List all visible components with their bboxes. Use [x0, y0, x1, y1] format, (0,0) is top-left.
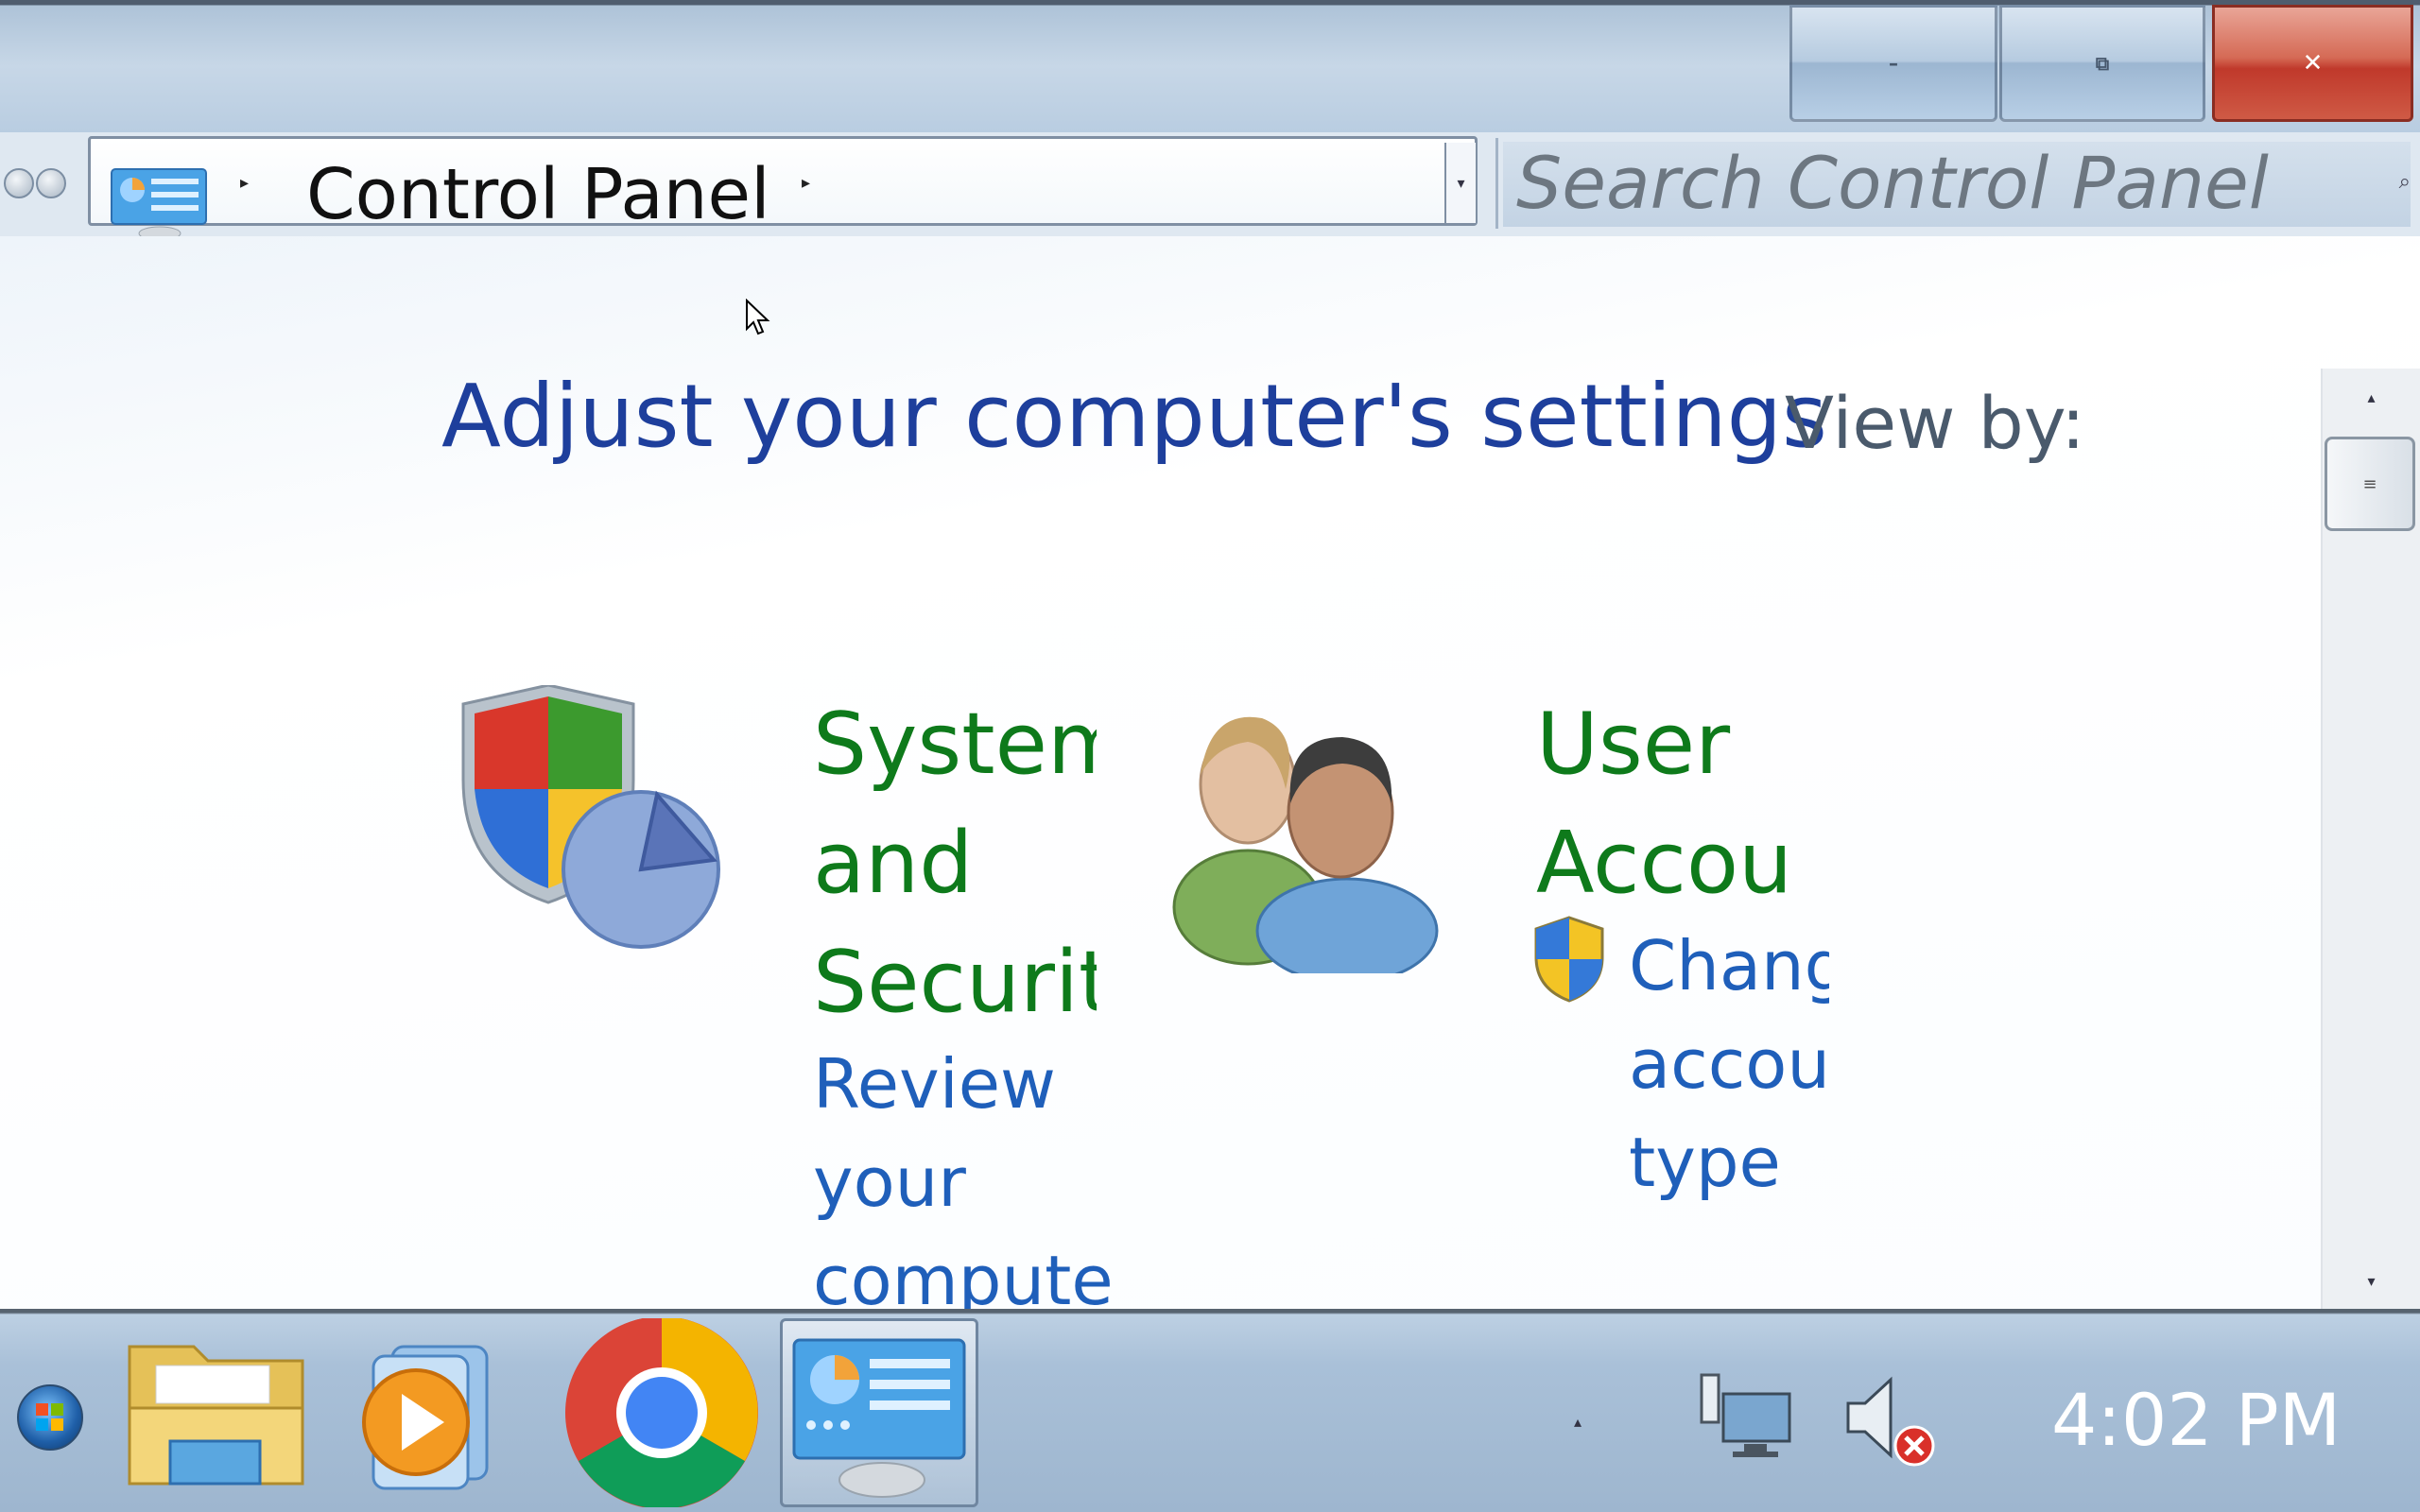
control-panel-content: Adjust your computer's settings View by:… [0, 236, 2420, 1309]
window-titlebar: – ⧉ ✕ ▸ Control Panel ▸ ▾ Search Control… [0, 0, 2420, 241]
link-line[interactable]: Change [1629, 917, 1829, 1015]
link-change-account-type[interactable]: Change account type [1629, 917, 1829, 1219]
show-hidden-icons-icon[interactable]: ▴ [1574, 1413, 1582, 1431]
taskbar-windows-explorer[interactable] [118, 1318, 317, 1507]
breadcrumb-control-panel[interactable]: Control Panel [306, 160, 770, 230]
shield-pie-chart-icon[interactable] [454, 683, 737, 972]
category-user-accounts[interactable]: User Accounts [1536, 685, 1791, 923]
search-input[interactable]: Search Control Panel ⌕ [1503, 142, 2411, 227]
scroll-up-icon[interactable]: ▴ [2323, 369, 2420, 425]
start-button[interactable] [17, 1384, 83, 1451]
breadcrumb-separator-icon[interactable]: ▸ [802, 173, 810, 193]
mouse-cursor-icon [746, 299, 770, 335]
grip-icon: ≡ [2362, 473, 2377, 494]
category-heading-line[interactable]: Accounts [1536, 804, 1791, 923]
link-review-your-computer[interactable]: Review your computer [813, 1035, 1114, 1309]
restore-icon: ⧉ [2095, 52, 2110, 75]
link-line[interactable]: your [813, 1133, 1114, 1231]
control-panel-icon [111, 168, 207, 241]
media-player-icon [362, 1345, 489, 1490]
taskbar-control-panel[interactable] [780, 1318, 978, 1507]
network-icon[interactable] [1697, 1370, 1796, 1465]
minimize-button[interactable]: – [1789, 5, 1997, 122]
taskbar-google-chrome[interactable] [562, 1316, 761, 1509]
address-bar[interactable]: ▸ Control Panel ▸ ▾ [88, 136, 1478, 241]
category-heading-line[interactable]: Security [813, 923, 1097, 1042]
category-heading-line[interactable]: System [813, 685, 1097, 804]
divider [1495, 138, 1498, 229]
link-line[interactable]: account [1629, 1015, 1829, 1113]
folder-icon [128, 1345, 304, 1486]
link-line[interactable]: Review [813, 1035, 1114, 1133]
minimize-icon: – [1889, 52, 1898, 75]
control-panel-icon [792, 1338, 966, 1498]
chevron-down-icon: ▾ [1457, 174, 1465, 192]
vertical-scrollbar[interactable]: ▴ ≡ ▾ [2321, 369, 2420, 1309]
forward-button[interactable] [36, 168, 66, 198]
users-icon[interactable] [1172, 699, 1456, 985]
search-icon[interactable]: ⌕ [2399, 170, 2411, 194]
category-heading-line[interactable]: User [1536, 685, 1791, 804]
volume-muted-icon[interactable] [1839, 1370, 1943, 1474]
search-placeholder: Search Control Panel [1516, 141, 2269, 225]
scroll-down-icon[interactable]: ▾ [2323, 1252, 2420, 1309]
clock[interactable]: 4:02 PM [2051, 1384, 2341, 1456]
category-system-and-security[interactable]: System and Security [813, 685, 1097, 1042]
taskbar: ▴ 4:02 PM [0, 1309, 2420, 1512]
address-history-dropdown[interactable]: ▾ [1444, 143, 1476, 223]
chrome-icon [565, 1316, 758, 1509]
restore-button[interactable]: ⧉ [1999, 5, 2205, 122]
back-button[interactable] [4, 168, 34, 198]
breadcrumb-separator-icon[interactable]: ▸ [240, 173, 249, 193]
taskbar-windows-media-player[interactable] [336, 1318, 534, 1507]
view-by-label: View by: [1785, 381, 2085, 465]
windows-logo-icon [36, 1403, 63, 1431]
link-line[interactable]: computer [813, 1231, 1114, 1309]
link-line[interactable]: type [1629, 1113, 1829, 1211]
scroll-thumb[interactable]: ≡ [2325, 437, 2415, 531]
close-button[interactable]: ✕ [2212, 5, 2413, 122]
uac-shield-icon [1534, 916, 1604, 1003]
category-heading-line[interactable]: and [813, 804, 1097, 923]
close-icon: ✕ [2302, 49, 2324, 77]
page-title: Adjust your computer's settings [441, 366, 1827, 467]
navigation-buttons [4, 168, 72, 198]
